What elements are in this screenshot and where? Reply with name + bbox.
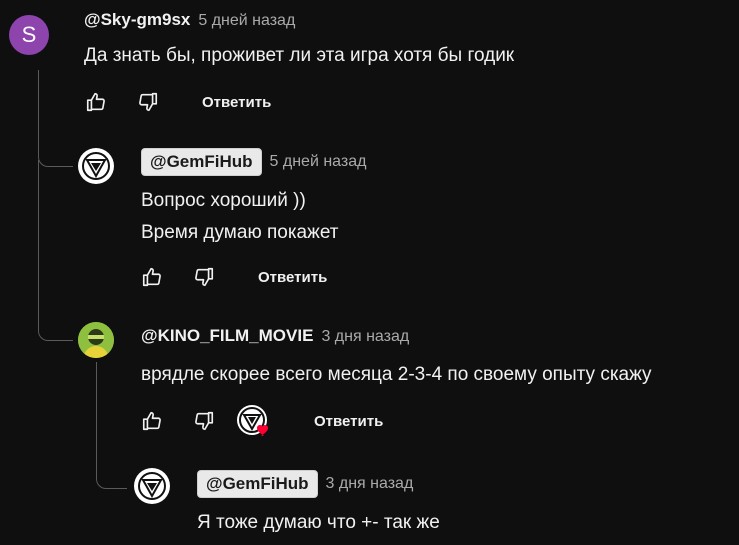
comment-header: @GemFiHub 5 дней назад <box>141 148 366 176</box>
thumb-up-icon <box>86 92 105 112</box>
like-button[interactable] <box>138 263 166 291</box>
avatar-letter: S <box>21 22 37 47</box>
thread-line-1 <box>38 70 73 167</box>
comment-header: @GemFiHub 3 дня назад <box>197 470 413 498</box>
comment-time[interactable]: 3 дня назад <box>326 475 414 493</box>
dislike-button[interactable] <box>190 263 218 291</box>
avatar-image <box>78 322 114 358</box>
comment-text: Да знать бы, проживет ли эта игра хотя б… <box>84 45 515 66</box>
comment-time[interactable]: 5 дней назад <box>270 153 367 171</box>
comment-text-line-2: Время думаю покажет <box>141 222 339 243</box>
reply-button[interactable]: Ответить <box>258 269 327 286</box>
thumb-up-icon <box>142 267 161 287</box>
thumb-up-icon <box>142 411 161 431</box>
avatar[interactable] <box>78 322 114 358</box>
reply-button[interactable]: Ответить <box>314 413 383 430</box>
thread-line-2 <box>38 160 73 341</box>
comment-author-chip[interactable]: @GemFiHub <box>197 470 318 498</box>
thumb-down-icon <box>139 92 158 112</box>
thumb-down-icon <box>195 267 214 287</box>
avatar[interactable]: S <box>9 15 49 55</box>
comment-author[interactable]: @Sky-gm9sx <box>84 10 190 30</box>
avatar[interactable] <box>134 468 170 504</box>
comment-text: врядле скорее всего месяца 2-3-4 по свое… <box>141 364 652 385</box>
like-button[interactable] <box>138 407 166 435</box>
thread-line-3 <box>96 362 127 489</box>
gemfihub-logo-icon <box>138 472 166 500</box>
comment-text-line-1: Вопрос хороший )) <box>141 190 306 211</box>
comment-header: @KINO_FILM_MOVIE 3 дня назад <box>141 326 409 346</box>
comment-text: Я тоже думаю что +- так же <box>197 512 440 533</box>
dislike-button[interactable] <box>190 407 218 435</box>
thumb-down-icon <box>195 411 214 431</box>
dislike-button[interactable] <box>134 88 162 116</box>
comment-time[interactable]: 5 дней назад <box>198 12 295 30</box>
comment-author[interactable]: @KINO_FILM_MOVIE <box>141 326 313 346</box>
creator-heart-badge <box>234 402 274 442</box>
like-button[interactable] <box>82 88 110 116</box>
comment-time[interactable]: 3 дня назад <box>321 328 409 346</box>
creator-heart-icon <box>237 405 268 436</box>
reply-button[interactable]: Ответить <box>202 94 271 111</box>
comment-author-chip[interactable]: @GemFiHub <box>141 148 262 176</box>
avatar[interactable] <box>78 148 114 184</box>
gemfihub-logo-icon <box>82 152 110 180</box>
comment-header: @Sky-gm9sx 5 дней назад <box>84 10 295 30</box>
